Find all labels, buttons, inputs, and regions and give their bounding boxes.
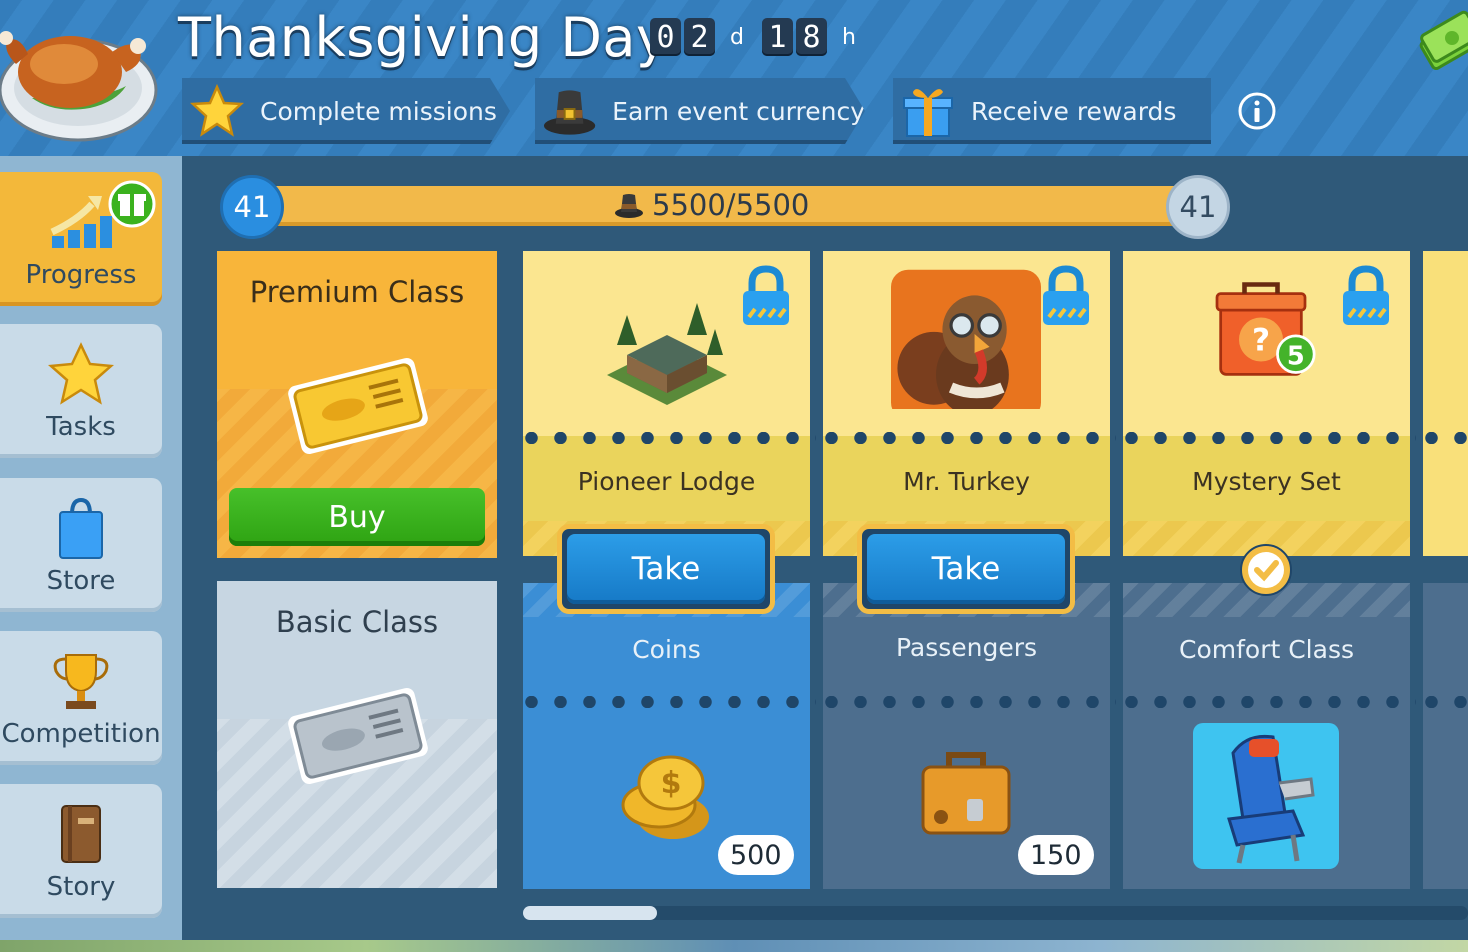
reward-column: ? 5 Mystery Set Comfort Class [1117, 251, 1416, 889]
track-dots [1417, 696, 1468, 708]
gold-ticket-icon [288, 358, 428, 454]
lock-icon [743, 265, 789, 325]
track-dots [1417, 432, 1468, 444]
event-header: Thanksgiving Day 0 2 d 1 8 h Complete mi… [0, 0, 1468, 156]
sidebar-item-competition[interactable]: Competition [0, 631, 162, 765]
lock-icon [1343, 265, 1389, 325]
track-dots [817, 696, 1116, 708]
track-dots [517, 696, 816, 708]
sidebar-item-label: Story [46, 872, 116, 902]
star-icon [190, 84, 244, 138]
mystery-box-icon: ? 5 [1215, 282, 1316, 376]
money-stack-icon[interactable] [1418, 10, 1468, 74]
countdown-timer: 0 2 d 1 8 h [650, 18, 874, 56]
sidebar-item-label: Progress [25, 260, 137, 290]
premium-reward-name: Pioneer Lodge [577, 467, 756, 496]
reward-column: Mr. Turkey Passengers 150 Take [817, 251, 1116, 889]
next-level-badge: 41 [1166, 175, 1230, 239]
take-button-label: Take [867, 534, 1065, 604]
premium-reward-name: Mystery Set [1192, 467, 1341, 496]
scrollbar-thumb[interactable] [523, 906, 657, 920]
track-dots [817, 432, 1116, 444]
progress-chart-icon [50, 196, 112, 248]
roast-turkey-icon [0, 31, 158, 142]
premium-reward-name: Mr. Turkey [903, 467, 1030, 496]
basic-reward-name: Coins [632, 635, 701, 664]
sidebar-item-label: Store [46, 566, 116, 596]
mystery-set-count: 5 [1287, 341, 1305, 371]
track-dots [1117, 432, 1416, 444]
basic-class-title: Basic Class [275, 605, 439, 639]
claimed-check-icon [1240, 544, 1292, 596]
reward-quantity: 500 [718, 835, 794, 875]
take-button-label: Take [567, 534, 765, 604]
step-label: Receive rewards [971, 96, 1177, 126]
premium-class-card: Premium Class Buy [217, 251, 497, 558]
track-dots [1117, 696, 1416, 708]
step-complete-missions: Complete missions [182, 78, 510, 144]
take-reward-button[interactable]: Take [557, 524, 775, 614]
premium-reward-slot[interactable]: Mr. Turkey [817, 251, 1116, 556]
progress-points-text: 5500/5500 [652, 188, 810, 222]
basic-reward-name: Passengers [895, 633, 1038, 662]
silver-ticket-icon [288, 688, 428, 784]
gift-notification-icon [108, 180, 156, 228]
horizontal-scrollbar[interactable] [523, 906, 1468, 920]
timer-digit: 1 [761, 18, 793, 56]
timer-unit-days: d [730, 24, 744, 50]
sidebar-item-tasks[interactable]: Tasks [0, 324, 162, 458]
lodge-icon [607, 303, 727, 405]
star-icon [48, 342, 114, 405]
airplane-seat-icon [1193, 723, 1339, 869]
sidebar-item-story[interactable]: Story [0, 784, 162, 918]
progress-points: 5500/5500 [614, 188, 809, 222]
reward-column-partial [1417, 251, 1468, 889]
reward-quantity: 150 [1018, 835, 1094, 875]
step-label: Earn event currency [612, 96, 865, 126]
svg-text:$: $ [661, 766, 682, 801]
shopping-bag-icon [59, 497, 103, 559]
premium-class-title: Premium Class [249, 275, 465, 309]
svg-text:?: ? [1252, 323, 1270, 359]
basic-reward-slot[interactable]: Passengers 150 [817, 583, 1116, 889]
sidebar-item-label: Competition [1, 719, 161, 749]
event-title: Thanksgiving Day [178, 6, 669, 69]
current-level-badge: 41 [220, 175, 284, 239]
step-receive-rewards: Receive rewards [893, 78, 1211, 144]
sidebar-item-label: Tasks [46, 412, 116, 442]
basic-reward-name: Comfort Class [1179, 635, 1354, 664]
trophy-icon [53, 654, 109, 709]
step-label: Complete missions [260, 96, 497, 126]
pilgrim-hat-icon [615, 194, 643, 218]
basic-class-card: Basic Class [217, 581, 497, 888]
premium-reward-slot[interactable] [1417, 251, 1468, 556]
timer-unit-hours: h [841, 24, 856, 50]
suitcase-icon [921, 752, 1011, 835]
gift-box-icon [903, 89, 953, 137]
timer-digit: 2 [684, 18, 715, 56]
sidebar: Progress Tasks Store Competition Story [0, 156, 182, 940]
pilgrim-hat-icon [543, 84, 596, 138]
lock-icon [1043, 265, 1089, 325]
buy-premium-button[interactable]: Buy [229, 488, 485, 546]
premium-reward-slot[interactable]: Pioneer Lodge [517, 251, 816, 556]
info-icon[interactable] [1237, 91, 1277, 131]
track-dots [517, 432, 816, 444]
step-earn-currency: Earn event currency [535, 78, 865, 144]
reward-column: Pioneer Lodge Coins $ 500 Take [517, 251, 816, 889]
premium-reward-slot[interactable]: ? 5 Mystery Set [1117, 251, 1416, 556]
take-reward-button[interactable]: Take [857, 524, 1075, 614]
timer-digit: 8 [795, 18, 827, 56]
turkey-pilot-icon [891, 269, 1041, 409]
sidebar-item-store[interactable]: Store [0, 478, 162, 612]
basic-reward-slot[interactable] [1417, 583, 1468, 889]
book-icon [61, 805, 101, 863]
coins-icon: $ [621, 755, 709, 839]
background-map-strip [0, 940, 1468, 952]
timer-digit: 0 [650, 18, 681, 56]
basic-reward-slot[interactable]: Coins $ 500 [517, 583, 816, 889]
